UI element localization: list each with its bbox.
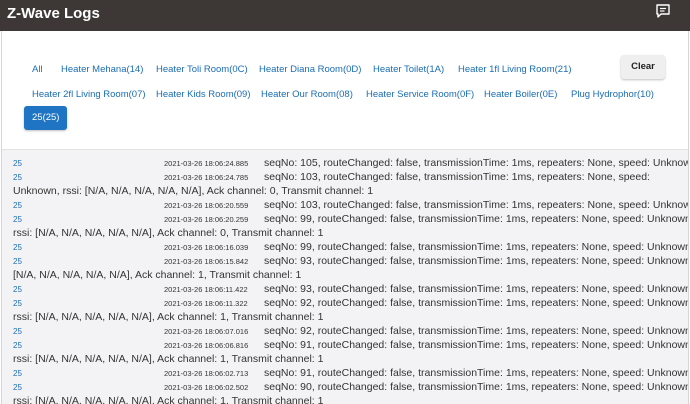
log-timestamp: 2021-03-26 18:06:11.422 [164,285,248,294]
log-message-wrap: [N/A, N/A, N/A, N/A, N/A], Ack channel: … [13,269,302,281]
log-timestamp: 2021-03-26 18:06:24.785 [164,173,249,182]
log-timestamp: 2021-03-26 18:06:02.502 [164,383,249,392]
filter-heater-boiler[interactable]: Heater Boiler(0E) [484,89,557,100]
filter-heater-mehana[interactable]: Heater Mehana(14) [61,64,143,75]
filter-plug-hydrophor[interactable]: Plug Hydrophor(10) [571,89,654,100]
log-timestamp: 2021-03-26 18:06:20.559 [164,201,249,210]
log-message: seqNo: 91, routeChanged: false, transmis… [264,339,688,351]
log-message-wrap: rssi: [N/A, N/A, N/A, N/A, N/A], Ack cha… [13,311,324,323]
log-device-link[interactable]: 25 [13,299,22,308]
filter-heater-our-room[interactable]: Heater Our Room(08) [261,89,353,100]
filter-heater-service-room[interactable]: Heater Service Room(0F) [366,89,474,100]
log-message: seqNo: 105, routeChanged: false, transmi… [264,157,688,169]
filter-heater-toilet[interactable]: Heater Toilet(1A) [373,64,444,75]
log-message: seqNo: 92, routeChanged: false, transmis… [264,325,688,337]
log-message: seqNo: 99, routeChanged: false, transmis… [264,213,688,225]
log-device-link[interactable]: 25 [13,215,22,224]
device-filter-bar: All Heater Mehana(14) Heater Toli Room(0… [2,31,688,149]
page-title: Z-Wave Logs [7,5,100,22]
log-timestamp: 2021-03-26 18:06:11.322 [164,299,248,308]
log-device-link[interactable]: 25 [13,159,22,168]
log-device-link[interactable]: 25 [13,369,22,378]
log-device-link[interactable]: 25 [13,285,22,294]
filter-device-25-active[interactable]: 25(25) [24,106,68,130]
log-message: seqNo: 91, routeChanged: false, transmis… [264,367,688,379]
log-message-wrap: Unknown, rssi: [N/A, N/A, N/A, N/A, N/A]… [13,185,374,197]
log-device-link[interactable]: 25 [13,173,22,182]
filter-heater-kids-room[interactable]: Heater Kids Room(09) [156,89,251,100]
log-device-link[interactable]: 25 [13,383,22,392]
log-timestamp: 2021-03-26 18:06:02.713 [164,369,249,378]
log-message: seqNo: 103, routeChanged: false, transmi… [264,199,688,211]
filter-heater-diana-room[interactable]: Heater Diana Room(0D) [259,64,361,75]
log-device-link[interactable]: 25 [13,243,22,252]
log-timestamp: 2021-03-26 18:06:16.039 [164,243,249,252]
log-list: 25 2021-03-26 18:06:24.885 seqNo: 105, r… [2,149,688,404]
log-message: seqNo: 92, routeChanged: false, transmis… [264,297,688,309]
log-device-link[interactable]: 25 [13,341,22,350]
filter-heater-toli-room[interactable]: Heater Toli Room(0C) [156,64,248,75]
log-message: seqNo: 99, routeChanged: false, transmis… [264,241,688,253]
log-message-wrap: rssi: [N/A, N/A, N/A, N/A, N/A], Ack cha… [13,353,324,365]
content-frame: All Heater Mehana(14) Heater Toli Room(0… [1,31,689,404]
log-timestamp: 2021-03-26 18:06:15.842 [164,257,249,266]
log-message-wrap: rssi: [N/A, N/A, N/A, N/A, N/A], Ack cha… [13,227,324,239]
filter-all[interactable]: All [32,64,43,75]
filter-heater-2fl-living-room[interactable]: Heater 2fl Living Room(07) [32,89,146,100]
log-device-link[interactable]: 25 [13,201,22,210]
message-square-icon[interactable] [655,3,671,19]
log-timestamp: 2021-03-26 18:06:24.885 [164,159,249,168]
log-message: seqNo: 103, routeChanged: false, transmi… [264,171,650,183]
log-timestamp: 2021-03-26 18:06:20.259 [164,215,249,224]
log-device-link[interactable]: 25 [13,257,22,266]
log-message: seqNo: 93, routeChanged: false, transmis… [264,255,688,267]
log-timestamp: 2021-03-26 18:06:06.816 [164,341,249,350]
log-message: seqNo: 93, routeChanged: false, transmis… [264,283,688,295]
log-timestamp: 2021-03-26 18:06:07.016 [164,327,249,336]
log-message: seqNo: 90, routeChanged: false, transmis… [264,381,688,393]
app-header: Z-Wave Logs [0,0,690,31]
filter-heater-1fl-living-room[interactable]: Heater 1fl Living Room(21) [458,64,572,75]
clear-button[interactable]: Clear [621,55,665,79]
log-device-link[interactable]: 25 [13,327,22,336]
log-message-wrap: rssi: [N/A, N/A, N/A, N/A, N/A], Ack cha… [13,395,324,404]
